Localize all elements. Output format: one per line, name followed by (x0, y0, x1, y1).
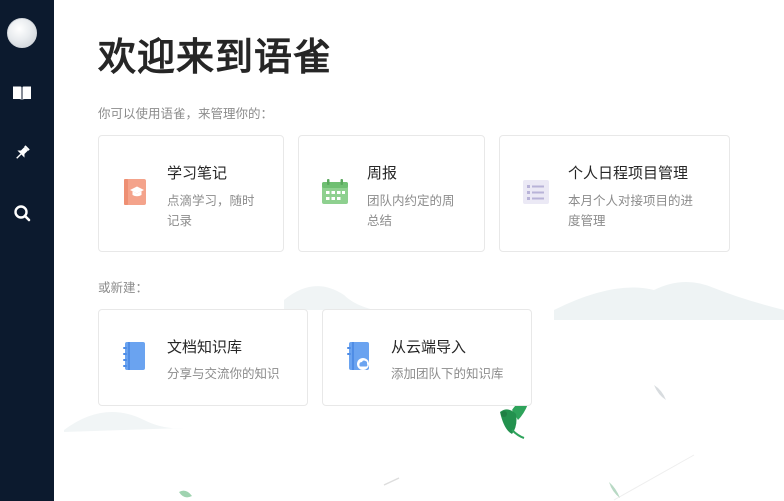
sidebar (0, 0, 54, 501)
create-card-cloud-import[interactable]: 从云端导入 添加团队下的知识库 (322, 309, 532, 406)
notebook-icon (121, 178, 149, 206)
create-card-knowledge-base[interactable]: 文档知识库 分享与交流你的知识 (98, 309, 308, 406)
card-title: 文档知识库 (167, 338, 243, 356)
cloud-import-icon (345, 342, 373, 370)
card-title: 周报 (367, 164, 398, 182)
avatar[interactable] (7, 18, 37, 48)
pin-icon (12, 143, 32, 163)
template-card-weekly-report[interactable]: 周报 团队内约定的周 总结 (298, 135, 485, 252)
search-icon (13, 204, 31, 222)
page-subtitle: 你可以使用语雀，来管理你的： (98, 106, 274, 121)
sidebar-item-books[interactable] (10, 81, 34, 105)
card-description: 点滴学习，随时 记录 (167, 193, 255, 228)
card-title: 学习笔记 (167, 164, 228, 182)
sidebar-item-search[interactable] (10, 201, 34, 225)
sidebar-item-pinned[interactable] (10, 141, 34, 165)
card-description: 本月个人对接项目的进 度管理 (568, 193, 694, 228)
book-icon (12, 85, 32, 101)
template-card-study-notes[interactable]: 学习笔记 点滴学习，随时 记录 (98, 135, 284, 252)
card-title: 从云端导入 (391, 338, 467, 356)
card-description: 团队内约定的周 总结 (367, 193, 455, 228)
card-description: 添加团队下的知识库 (391, 366, 504, 381)
card-title: 个人日程项目管理 (568, 164, 689, 182)
knowledge-base-icon (121, 342, 149, 370)
card-description: 分享与交流你的知识 (167, 366, 280, 381)
calendar-icon (321, 178, 349, 206)
main-content: 欢迎来到语雀 你可以使用语雀，来管理你的： 学习笔记 点滴学习，随时 记录 周报… (54, 0, 784, 501)
bird-icon (500, 402, 528, 439)
page-title: 欢迎来到语雀 (98, 35, 333, 79)
template-card-project-management[interactable]: 个人日程项目管理 本月个人对接项目的进 度管理 (499, 135, 730, 252)
checklist-icon (522, 178, 550, 206)
